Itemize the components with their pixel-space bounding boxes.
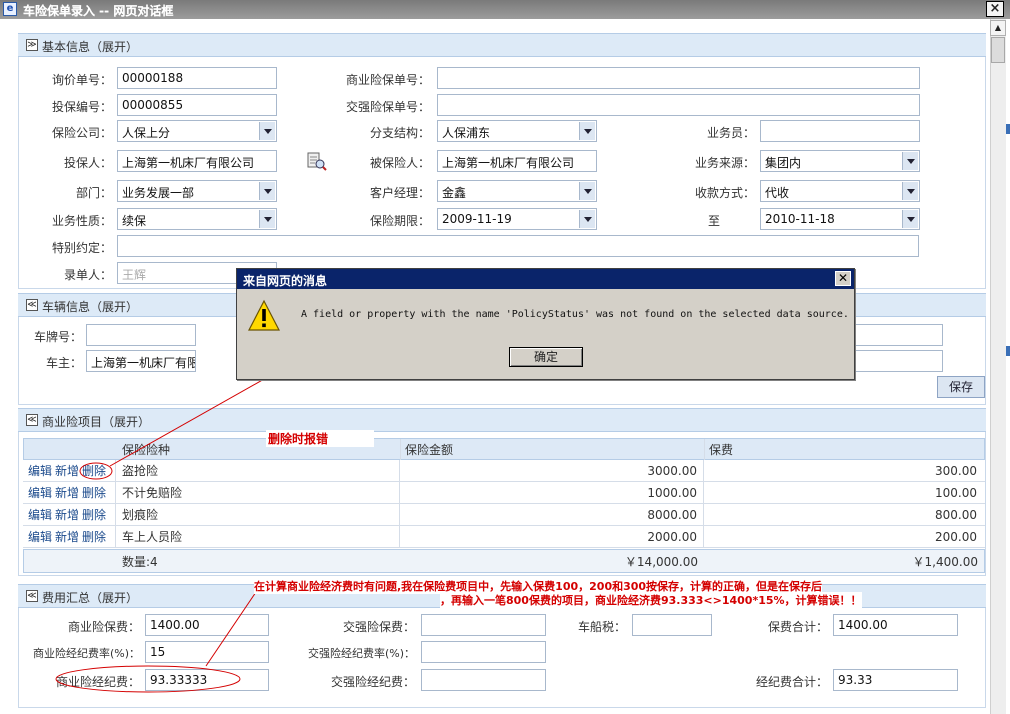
annotation-arrow-line: [109, 377, 267, 467]
annotation-circle-fee: [55, 665, 241, 693]
alert-message: A field or property with the name 'Polic…: [301, 309, 849, 320]
alert-title: 来自网页的消息: [237, 269, 854, 289]
annotation-calc-line2: ，再输入一笔800保费的项目，商业险经济费93.333<>1400*15%，计算…: [440, 592, 862, 608]
alert-dialog: 来自网页的消息 ✕ A field or property with the n…: [236, 268, 855, 380]
warning-icon: [247, 299, 281, 333]
annotation-arrow-line: [205, 591, 257, 667]
annotation-circle-delete: [79, 462, 113, 480]
annotation-delete-error: 删除时报错: [266, 430, 375, 447]
alert-ok-button[interactable]: 确定: [509, 347, 583, 367]
alert-close-button[interactable]: ✕: [835, 271, 851, 286]
